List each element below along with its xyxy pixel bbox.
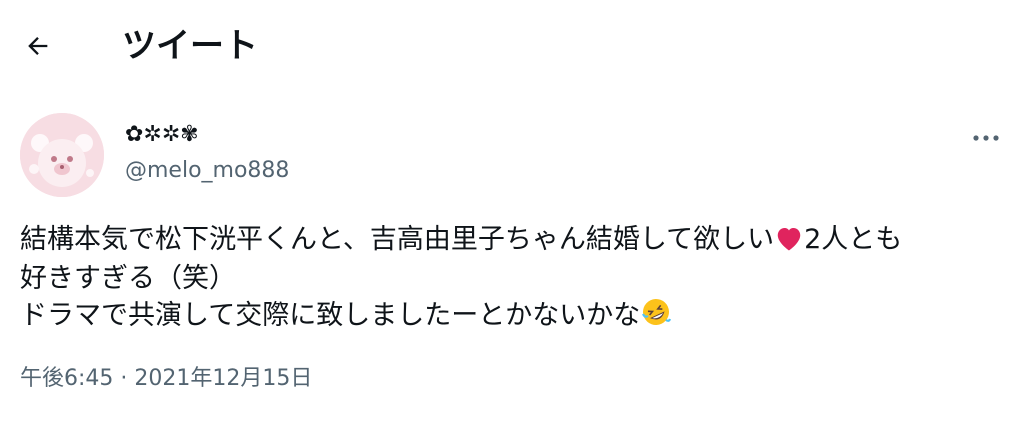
red-heart-icon — [774, 224, 804, 261]
tweet-line-1: 結構本気で松下洸平くんと、吉高由里子ちゃん結婚して欲しい 2人とも — [20, 222, 1010, 261]
user-handle[interactable]: @melo_mo888 — [125, 156, 289, 186]
tweet-line-2: 好きすぎる（笑） — [20, 263, 236, 294]
avatar[interactable] — [20, 113, 104, 197]
display-name[interactable]: ✿✲✲✾ — [125, 120, 199, 150]
back-button[interactable] — [14, 24, 62, 72]
tweet-text-segment: ドラマで共演して交際に致しましたーとかないかな — [20, 300, 641, 331]
tweet-time[interactable]: 午後6:45 — [20, 366, 113, 391]
tweet-text-segment: 2人とも — [804, 224, 903, 255]
bear-avatar-icon — [20, 113, 104, 197]
tweet-text-segment: 結構本気で松下洸平くんと、吉高由里子ちゃん結婚して欲しい — [20, 224, 775, 255]
top-bar: ツイート — [0, 0, 1024, 92]
tweet-date[interactable]: 2021年12月15日 — [134, 366, 312, 391]
separator: · — [113, 366, 135, 391]
page-title: ツイート — [122, 26, 258, 66]
more-horizontal-icon — [972, 127, 1000, 146]
arrow-left-icon — [24, 32, 52, 64]
more-options-button[interactable] — [962, 116, 1010, 156]
tweet-line-3: ドラマで共演して交際に致しましたーとかないかな — [20, 296, 1010, 337]
tweet-text: 結構本気で松下洸平くんと、吉高由里子ちゃん結婚して欲しい 2人とも 好きすぎる（笑… — [20, 222, 1010, 337]
tweet-timestamp: 午後6:45 · 2021年12月15日 — [20, 364, 312, 394]
laughing-face-icon — [640, 296, 672, 337]
